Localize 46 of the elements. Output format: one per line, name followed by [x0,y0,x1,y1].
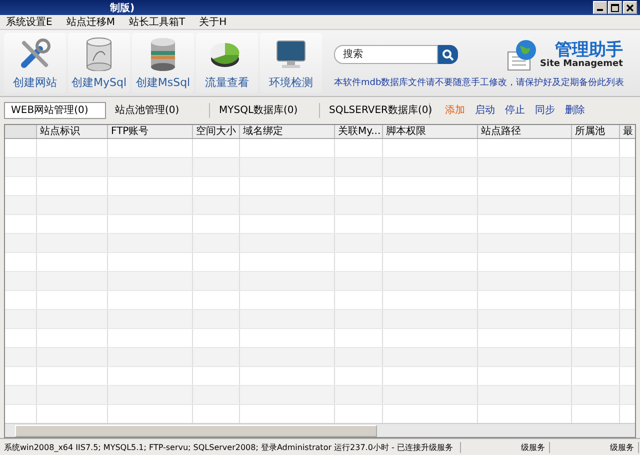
column-header[interactable]: 关联My... [335,125,383,138]
toolbar-button[interactable]: 流量查看 [196,33,258,93]
tab[interactable]: WEB网站管理(0) [4,102,106,118]
tools-icon [18,36,52,70]
minimize-button[interactable] [593,1,607,14]
maximize-icon [611,4,619,12]
column-header[interactable]: 空间大小 [193,125,240,138]
maximize-button[interactable] [608,1,622,14]
toolbar-button[interactable]: 创建网站 [4,33,66,93]
search-icon [442,48,454,60]
tab[interactable]: MYSQL数据库(0) [213,102,320,118]
column-header[interactable]: 最 [620,125,635,138]
menu-item[interactable]: 关于H [199,15,227,29]
minimize-icon [597,9,603,11]
action-link[interactable]: 删除 [565,103,585,117]
notice-text: 本软件mdb数据库文件请不要随意手工修改，请保护好及定期备份此列表 [334,76,624,88]
tab[interactable]: 站点池管理(0) [109,102,210,118]
search-button[interactable] [438,45,458,64]
search-field[interactable]: 搜索 [334,45,438,64]
status-text: 级服务 [461,442,550,452]
window-title: 制版) [110,2,135,14]
column-header[interactable]: 站点路径 [478,125,572,138]
logo-subtitle: Site Managemet [540,58,623,68]
menu-item[interactable]: 站长工具箱T [128,15,186,29]
action-link[interactable]: 同步 [535,103,555,117]
menu-item[interactable]: 系统设置E [6,15,52,29]
database-icon [84,36,114,70]
database-icon [148,36,178,70]
menu-item[interactable]: 站点迁移M [66,15,115,29]
toolbar-button[interactable]: 环境检测 [260,33,322,93]
toolbar-button[interactable]: 创建MySql [68,33,130,93]
status-text: 系统win2008_x64 IIS7.5; MYSQL5.1; FTP-servu; SQLServer2008; 登录Administrator 运行237.0小时 - 已连接升级服务 [0,442,461,452]
column-header[interactable]: 站点标识 [37,125,108,138]
column-header[interactable]: FTP账号 [108,125,193,138]
logo-title: 管理助手 [554,40,623,58]
tab[interactable]: SQLSERVER数据库(0) [323,102,430,118]
action-link[interactable]: 停止 [505,103,525,117]
column-header[interactable]: 脚本权限 [383,125,478,138]
toolbar-button[interactable]: 创建MsSql [132,33,194,93]
action-link[interactable]: 启动 [475,103,495,117]
close-icon [626,4,634,12]
horizontal-scrollbar[interactable] [5,423,635,437]
status-text: 级服务 [550,442,639,452]
column-header[interactable]: 所属池 [572,125,620,138]
column-header[interactable]: 域名绑定 [240,125,335,138]
close-button[interactable] [623,1,637,14]
